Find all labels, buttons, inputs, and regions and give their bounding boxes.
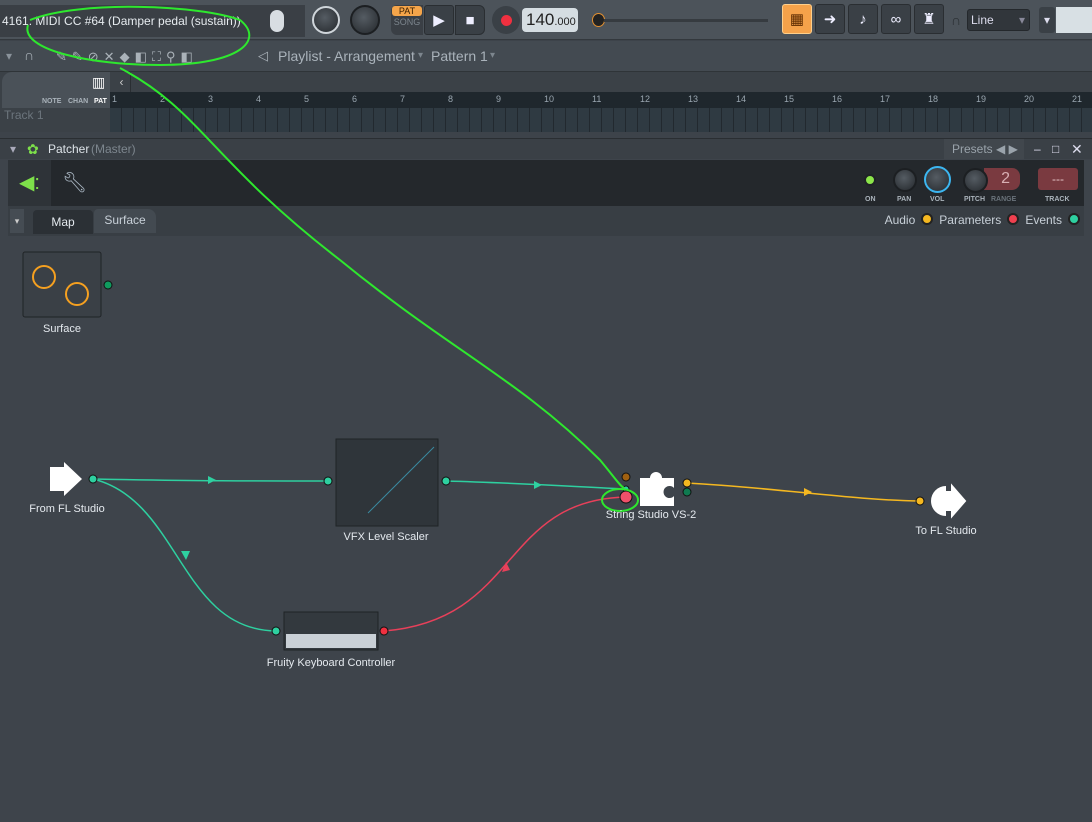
surface-node[interactable]: [22, 251, 113, 318]
to-fl-studio-node[interactable]: [915, 483, 967, 519]
to-fl-label: To FL Studio: [915, 525, 977, 537]
patcher-map[interactable]: [0, 0, 1092, 822]
wire-string-to[interactable]: [686, 482, 921, 502]
annotation-scribble: [26, 5, 639, 512]
fkc-label: Fruity Keyboard Controller: [266, 657, 396, 669]
string-studio-node[interactable]: [619, 472, 692, 506]
surface-label: Surface: [43, 323, 81, 335]
vfx-label: VFX Level Scaler: [343, 531, 429, 543]
string-studio-label: String Studio VS-2: [605, 509, 697, 521]
from-fl-studio-node[interactable]: [50, 462, 98, 496]
vfx-level-scaler-node[interactable]: [323, 438, 451, 527]
from-fl-label: From FL Studio: [29, 503, 105, 515]
wire-arrows: [181, 476, 812, 572]
fruity-keyboard-controller-node[interactable]: [271, 611, 389, 651]
